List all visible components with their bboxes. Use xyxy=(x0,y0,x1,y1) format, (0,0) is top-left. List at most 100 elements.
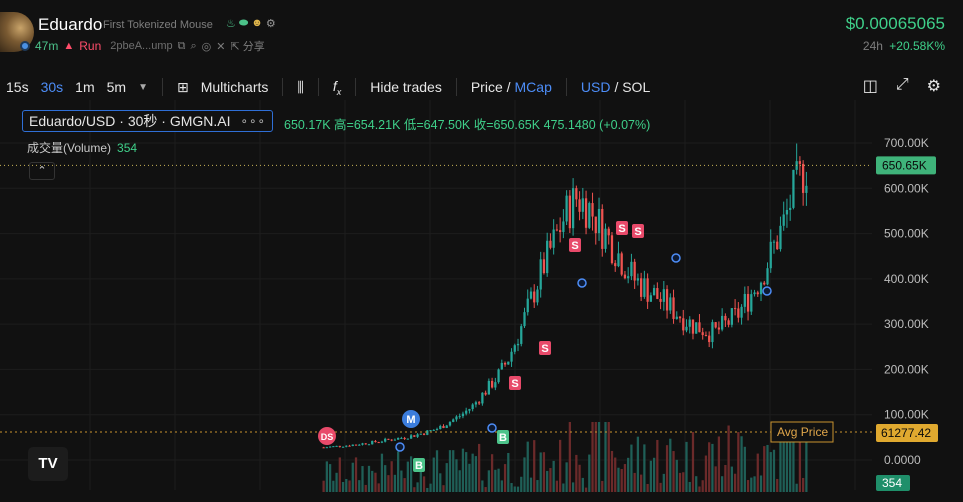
volume-bar xyxy=(435,450,439,492)
candle-body xyxy=(721,315,724,330)
volume-bar xyxy=(584,487,588,492)
candle-body xyxy=(597,208,601,234)
candle-body xyxy=(439,426,442,430)
volume-bar xyxy=(335,472,338,492)
candle-body xyxy=(520,326,523,344)
volume-bar xyxy=(393,474,397,492)
candle-body xyxy=(656,288,659,299)
trade-marker-label: B xyxy=(499,432,507,444)
avg-price-label: Avg Price xyxy=(777,425,828,439)
candle-body xyxy=(581,198,584,212)
candle-body xyxy=(458,416,461,418)
candle-body xyxy=(776,241,779,250)
volume-bar xyxy=(714,466,717,492)
volume-bar xyxy=(588,454,591,492)
candle-body xyxy=(403,437,406,439)
candle-body xyxy=(387,438,390,440)
candle-body xyxy=(474,402,478,405)
candle-body xyxy=(497,369,500,383)
candle-body xyxy=(448,421,452,426)
candle-body xyxy=(591,203,594,217)
volume-bar xyxy=(562,483,565,492)
candle-body xyxy=(354,444,358,446)
candle-body xyxy=(409,435,413,439)
volume-bar xyxy=(750,477,753,492)
volume-bar xyxy=(571,482,575,492)
candle-body xyxy=(341,446,345,448)
volume-bar xyxy=(620,468,623,492)
volume-bar xyxy=(328,464,332,492)
candle-body xyxy=(503,362,507,365)
trade-marker-label: DS xyxy=(321,432,334,442)
candle-body xyxy=(426,430,429,435)
candle-body xyxy=(393,439,397,441)
candle-body xyxy=(529,291,533,299)
candle-body xyxy=(805,185,808,193)
candle-body xyxy=(708,335,711,343)
y-axis-label: 700.00K xyxy=(884,136,929,150)
candle-body xyxy=(361,443,364,445)
volume-bar xyxy=(487,470,490,492)
candle-body xyxy=(763,282,766,285)
volume-bar xyxy=(429,483,432,492)
symbol-legend[interactable]: Eduardo/USD · 30秒 · GMGN.AI ∘∘∘ xyxy=(22,110,274,132)
candle-body xyxy=(413,435,416,437)
candle-body xyxy=(478,402,481,404)
candlestick-chart[interactable]: 700.00K 600.00K 500.00K 400.00K 300.00K 200.0… xyxy=(0,0,963,502)
candle-body xyxy=(432,429,435,431)
volume-bar xyxy=(442,485,445,492)
volume-bar xyxy=(520,476,523,492)
volume-bar xyxy=(361,466,364,492)
candle-body xyxy=(659,298,662,302)
volume-bar xyxy=(458,470,461,492)
volume-bar xyxy=(614,457,617,492)
candle-body xyxy=(562,221,565,233)
volume-bar xyxy=(400,470,403,492)
volume-bar xyxy=(409,456,413,492)
candle-body xyxy=(367,444,371,446)
candle-body xyxy=(617,253,620,267)
candle-body xyxy=(691,319,695,334)
volume-bar xyxy=(484,487,487,492)
volume-bar xyxy=(526,441,529,492)
volume-bar xyxy=(341,481,345,492)
candle-body xyxy=(500,362,503,370)
candle-body xyxy=(733,308,737,310)
volume-bar xyxy=(730,466,733,492)
trade-marker-label: B xyxy=(415,460,423,472)
volume-bar xyxy=(461,448,465,492)
volume-bar xyxy=(510,483,513,492)
volume-bar xyxy=(802,477,805,492)
trade-marker-label: S xyxy=(634,226,641,238)
candle-body xyxy=(789,207,792,210)
y-axis-label: 0.0000 xyxy=(884,453,921,467)
volume-bar xyxy=(721,476,724,492)
volume-bar xyxy=(351,462,354,492)
candle-body xyxy=(374,440,377,443)
candle-body xyxy=(358,444,361,446)
volume-bar xyxy=(374,472,377,492)
volume-bar xyxy=(627,457,630,492)
volume-bar xyxy=(384,465,387,492)
volume-bar xyxy=(766,444,769,492)
volume-bar xyxy=(652,457,656,492)
volume-bar xyxy=(452,450,455,492)
more-icon[interactable]: ∘∘∘ xyxy=(241,114,267,128)
candle-body xyxy=(766,268,769,285)
volume-bar xyxy=(542,452,546,492)
y-axis-label: 100.00K xyxy=(884,408,929,422)
tradingview-logo[interactable]: TV xyxy=(28,447,68,481)
candle-body xyxy=(487,380,490,395)
volume-bar xyxy=(682,472,685,492)
volume-bar xyxy=(358,480,361,492)
candle-body xyxy=(461,413,465,417)
volume-bar xyxy=(617,467,620,492)
candle-body xyxy=(526,298,529,313)
volume-bar xyxy=(685,441,688,492)
candle-body xyxy=(701,332,704,336)
collapse-button[interactable]: ⌃ xyxy=(29,162,55,180)
trade-dot xyxy=(577,278,587,288)
volume-bar xyxy=(623,464,627,492)
candle-body xyxy=(623,274,627,279)
candle-body xyxy=(672,297,675,319)
